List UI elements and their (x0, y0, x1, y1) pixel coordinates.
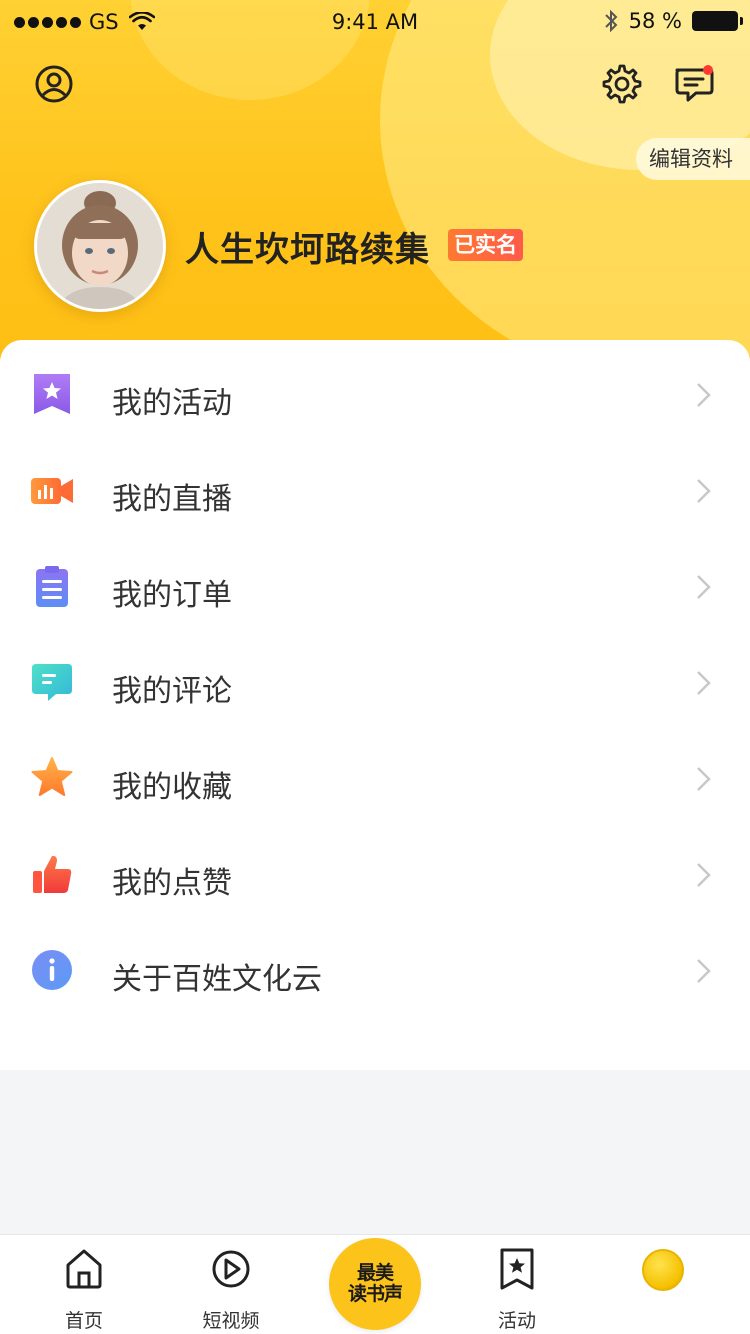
battery-icon (692, 11, 743, 31)
info-icon (32, 950, 72, 990)
menu-label: 我的点赞 (112, 866, 232, 901)
tab-label: 首页 (64, 1310, 103, 1332)
menu-label: 关于百姓文化云 (112, 962, 322, 997)
center-logo-line1: 最美 (356, 1262, 394, 1284)
avatar-image (37, 183, 163, 309)
thumbs-up-icon (33, 855, 72, 893)
tab-short-video[interactable]: 短视频 (171, 1235, 291, 1334)
menu-item-comments[interactable]: 我的评论 (0, 634, 750, 730)
menu-item-livestream[interactable]: 我的直播 (0, 442, 750, 538)
verified-badge: 已实名 (448, 229, 523, 261)
status-right: 58 % (603, 9, 743, 33)
video-camera-icon (31, 478, 73, 504)
menu-item-favorites[interactable]: 我的收藏 (0, 730, 750, 826)
tab-me-icon[interactable] (642, 1249, 684, 1291)
menu-item-orders[interactable]: 我的订单 (0, 538, 750, 634)
menu-label: 我的直播 (112, 482, 232, 517)
chevron-right-icon (697, 479, 711, 503)
battery-percent: 58 % (628, 9, 682, 33)
chevron-right-icon (697, 863, 711, 887)
profile-header: GS 9:41 AM 58 % 编辑资料 人生坎坷路续集 已实名 (0, 0, 750, 370)
bookmark-star-icon (500, 1248, 534, 1290)
edit-profile-button[interactable]: 编辑资料 (636, 138, 750, 180)
menu-label: 我的评论 (112, 674, 232, 709)
user-center-icon[interactable] (32, 62, 76, 106)
chevron-right-icon (697, 767, 711, 791)
gear-icon[interactable] (600, 62, 644, 106)
avatar[interactable] (34, 180, 166, 312)
tab-label: 活动 (497, 1310, 536, 1332)
center-logo-line2: 读书声 (347, 1283, 403, 1305)
chevron-right-icon (697, 383, 711, 407)
comment-icon (32, 664, 72, 701)
menu-label: 我的活动 (112, 386, 232, 421)
clipboard-icon (36, 566, 68, 607)
star-icon (31, 757, 73, 796)
menu-label: 我的订单 (112, 578, 232, 613)
bluetooth-icon (604, 9, 618, 33)
chevron-right-icon (697, 959, 711, 983)
home-icon (66, 1249, 102, 1289)
message-icon[interactable] (672, 62, 716, 106)
menu-label: 我的收藏 (112, 770, 232, 805)
bookmark-star-icon (34, 374, 70, 414)
notification-dot (703, 65, 713, 75)
tab-activities[interactable]: 活动 (457, 1235, 577, 1334)
chevron-right-icon (697, 575, 711, 599)
tab-reading-voice[interactable]: 最美 读书声 (329, 1238, 421, 1330)
menu-item-activities[interactable]: 我的活动 (0, 346, 750, 442)
username: 人生坎坷路续集 (185, 230, 430, 270)
status-bar: GS 9:41 AM 58 % (0, 0, 750, 46)
menu-item-about[interactable]: 关于百姓文化云 (0, 922, 750, 1018)
menu-card: 我的活动 我的直播 我的订单 我的评论 我的收藏 我的点赞 关于百姓文化云 (0, 340, 750, 1070)
play-icon (212, 1250, 250, 1288)
chevron-right-icon (697, 671, 711, 695)
tab-label: 短视频 (202, 1310, 260, 1332)
tab-home[interactable]: 首页 (24, 1235, 144, 1334)
menu-item-likes[interactable]: 我的点赞 (0, 826, 750, 922)
